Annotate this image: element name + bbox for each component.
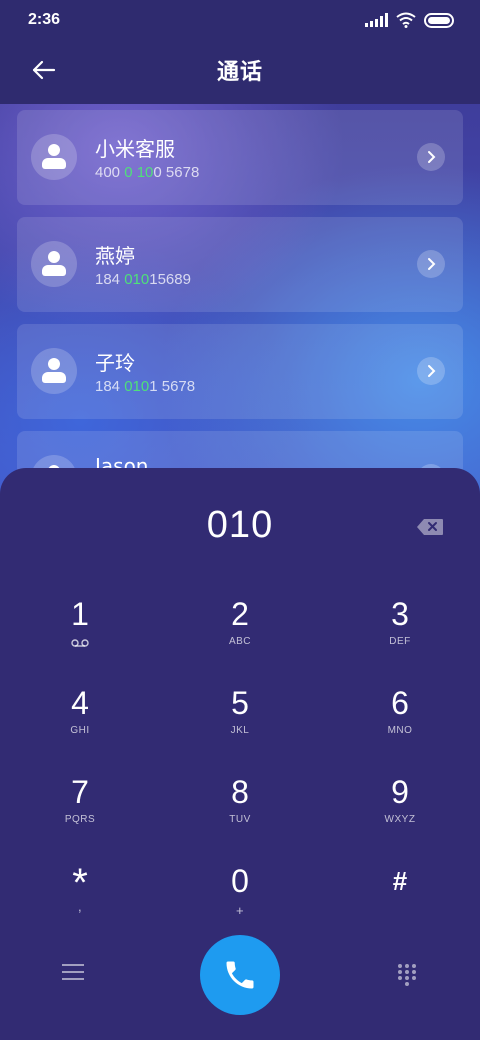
- key-digit: 0: [231, 863, 249, 899]
- key-0[interactable]: 0 +: [180, 863, 300, 943]
- status-time: 2:36: [28, 11, 61, 28]
- contact-number: 400 0 100 5678: [95, 164, 200, 181]
- contact-detail-button[interactable]: [417, 143, 445, 171]
- key-4[interactable]: 4 GHI: [20, 685, 140, 765]
- match-highlight: 0: [124, 164, 133, 181]
- dialer-panel: 010 1 2 ABC 3 DEF 4 GHI 5 JKL 6 MNO 7 PQ…: [0, 468, 480, 1040]
- key-letters: PQRS: [64, 814, 96, 825]
- call-button[interactable]: [200, 935, 280, 1015]
- person-icon: [31, 134, 77, 180]
- person-icon: [31, 241, 77, 287]
- contact-detail-button[interactable]: [417, 250, 445, 278]
- chevron-right-icon: [428, 365, 436, 377]
- key-letters: +: [235, 903, 245, 918]
- key-letters: JKL: [230, 725, 250, 736]
- phone-icon: [226, 961, 254, 989]
- chevron-right-icon: [428, 151, 436, 163]
- signal-icon: [365, 13, 388, 27]
- wifi-icon: [396, 12, 416, 28]
- status-bar: 2:36: [0, 0, 480, 40]
- key-2[interactable]: 2 ABC: [180, 596, 300, 676]
- key-digit: 8: [231, 774, 249, 810]
- key-letters: DEF: [389, 636, 411, 647]
- key-letters: WXYZ: [384, 814, 416, 825]
- key-letters: TUV: [229, 814, 251, 825]
- contact-name: 小米客服: [95, 137, 175, 161]
- match-highlight: 010: [124, 271, 150, 288]
- person-icon: [31, 348, 77, 394]
- backspace-icon[interactable]: [416, 518, 444, 536]
- key-digit: 1: [71, 596, 89, 632]
- voicemail-icon: [71, 639, 89, 647]
- key-star[interactable]: * ,: [20, 863, 140, 943]
- key-digit: 4: [71, 685, 89, 721]
- battery-icon: [424, 12, 454, 28]
- app-header: 通话: [0, 40, 480, 104]
- key-5[interactable]: 5 JKL: [180, 685, 300, 765]
- menu-icon[interactable]: [62, 964, 84, 982]
- status-icons: [365, 12, 454, 28]
- key-digit: 7: [71, 774, 89, 810]
- key-digit: *: [72, 861, 88, 905]
- key-digit: #: [392, 866, 408, 896]
- page-title: 通话: [216, 60, 263, 85]
- key-digit: 5: [231, 685, 249, 721]
- key-9[interactable]: 9 WXYZ: [340, 774, 460, 854]
- key-digit: 9: [391, 774, 409, 810]
- key-digit: 6: [391, 685, 409, 721]
- contact-card[interactable]: 子玲 184 0101 5678: [17, 324, 463, 419]
- key-hash[interactable]: #: [340, 863, 460, 943]
- contact-name: 燕婷: [95, 244, 135, 268]
- key-8[interactable]: 8 TUV: [180, 774, 300, 854]
- contact-name: 子玲: [95, 351, 135, 375]
- dialed-number: 010: [206, 504, 274, 546]
- contact-card[interactable]: 燕婷 184 01015689: [17, 217, 463, 312]
- key-3[interactable]: 3 DEF: [340, 596, 460, 676]
- key-7[interactable]: 7 PQRS: [20, 774, 140, 854]
- key-digit: 3: [391, 596, 409, 632]
- match-highlight: 10: [136, 164, 154, 181]
- key-letters: GHI: [70, 725, 90, 736]
- chevron-right-icon: [428, 258, 436, 270]
- match-highlight: 010: [124, 378, 150, 395]
- contact-card[interactable]: 小米客服 400 0 100 5678: [17, 110, 463, 205]
- key-letters: ABC: [228, 636, 252, 647]
- contact-number: 184 0101 5678: [95, 378, 196, 395]
- contact-detail-button[interactable]: [417, 357, 445, 385]
- key-letters: ,: [77, 899, 83, 914]
- key-digit: 2: [231, 596, 249, 632]
- dialpad-icon[interactable]: [398, 964, 416, 988]
- key-letters: MNO: [387, 725, 413, 736]
- key-6[interactable]: 6 MNO: [340, 685, 460, 765]
- key-1[interactable]: 1: [20, 596, 140, 676]
- contact-number: 184 01015689: [95, 271, 191, 288]
